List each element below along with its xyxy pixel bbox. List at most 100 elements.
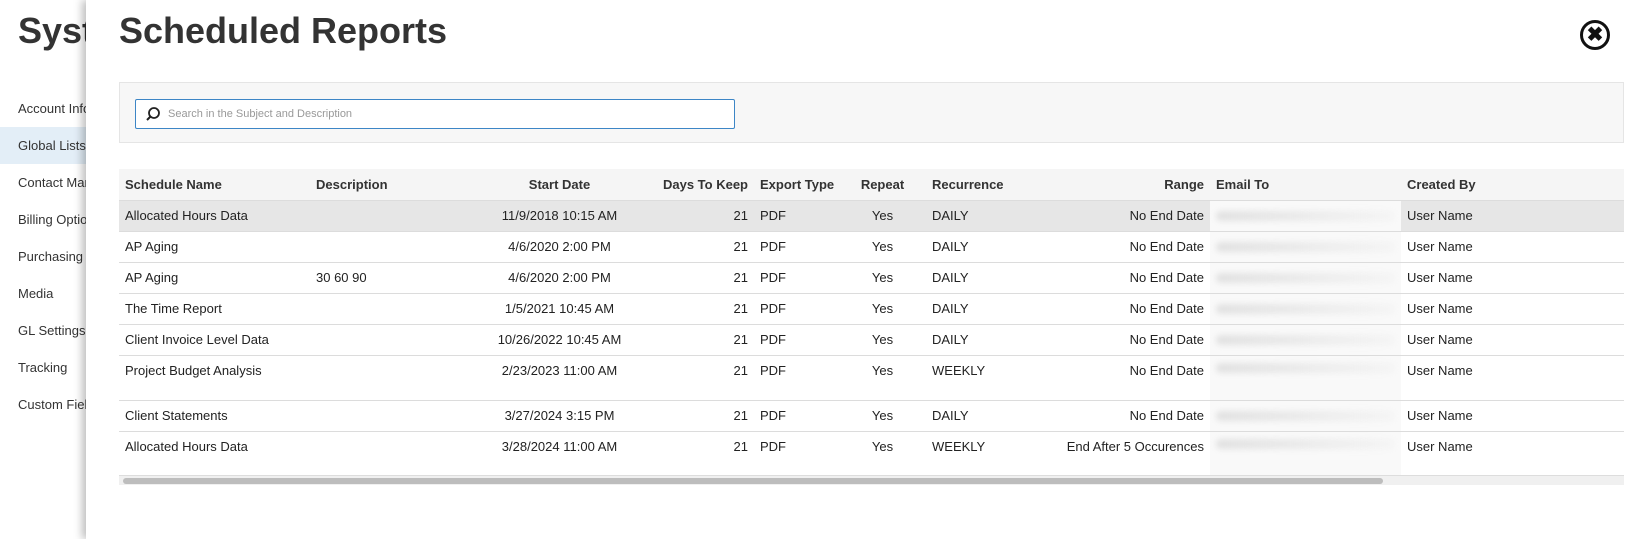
redacted-email	[1216, 272, 1395, 283]
redacted-email	[1216, 410, 1395, 421]
sidebar-item[interactable]: Account Info	[0, 90, 100, 127]
cell-recurrence: DAILY	[926, 399, 1029, 431]
cell-range: No End Date	[1029, 399, 1210, 431]
col-header-export-type[interactable]: Export Type	[754, 169, 839, 200]
sidebar-item[interactable]: GL Settings	[0, 312, 100, 349]
cell-schedule-name: The Time Report	[119, 292, 310, 324]
cell-description	[310, 323, 483, 355]
redacted-email	[1216, 303, 1395, 314]
cell-schedule-name: AP Aging	[119, 230, 310, 262]
cell-range: No End Date	[1029, 354, 1210, 400]
cell-days-to-keep: 21	[636, 230, 754, 262]
cell-recurrence: WEEKLY	[926, 430, 1029, 476]
cell-repeat: Yes	[839, 354, 926, 400]
sidebar-item[interactable]: Media	[0, 275, 100, 312]
cell-days-to-keep: 21	[636, 354, 754, 400]
cell-email-to	[1210, 292, 1401, 324]
sidebar-item[interactable]: Purchasing	[0, 238, 100, 275]
cell-export-type: PDF	[754, 261, 839, 293]
cell-days-to-keep: 21	[636, 323, 754, 355]
cell-days-to-keep: 21	[636, 430, 754, 476]
cell-start-date: 3/27/2024 3:15 PM	[483, 399, 636, 431]
cell-created-by: User Name	[1401, 261, 1624, 293]
close-button[interactable]: ✖	[1580, 20, 1610, 50]
sidebar-item[interactable]: Tracking	[0, 349, 100, 386]
background-nav: Account Info Global Lists Contact Man Billi…	[0, 90, 100, 423]
cell-export-type: PDF	[754, 354, 839, 400]
redacted-email	[1216, 210, 1395, 221]
cell-email-to	[1210, 354, 1401, 400]
cell-recurrence: WEEKLY	[926, 354, 1029, 400]
scheduled-reports-panel: Scheduled Reports ✖ Schedule Name	[86, 0, 1644, 539]
cell-recurrence: DAILY	[926, 261, 1029, 293]
cell-export-type: PDF	[754, 430, 839, 476]
col-header-start-date[interactable]: Start Date	[483, 169, 636, 200]
cell-range: No End Date	[1029, 323, 1210, 355]
cell-description	[310, 199, 483, 231]
table-row[interactable]: Allocated Hours Data 11/9/2018 10:15 AM 21…	[119, 199, 1624, 231]
search-field[interactable]	[135, 99, 735, 129]
col-header-schedule-name[interactable]: Schedule Name	[119, 169, 310, 200]
search-input[interactable]	[164, 102, 724, 126]
cell-email-to	[1210, 261, 1401, 293]
cell-start-date: 2/23/2023 11:00 AM	[483, 354, 636, 400]
cell-description: 30 60 90	[310, 261, 483, 293]
table-row[interactable]: The Time Report 1/5/2021 10:45 AM 21 PDF Yes…	[119, 292, 1624, 324]
cell-recurrence: DAILY	[926, 323, 1029, 355]
close-icon: ✖	[1586, 24, 1604, 46]
table-row[interactable]: AP Aging 30 60 90 4/6/2020 2:00 PM 21 PDF Yes…	[119, 261, 1624, 293]
col-header-repeat[interactable]: Repeat	[839, 169, 926, 200]
search-icon	[142, 103, 164, 125]
cell-schedule-name: Project Budget Analysis	[119, 354, 310, 400]
table-row[interactable]: Client Statements 3/27/2024 3:15 PM 21 PDF Y…	[119, 399, 1624, 431]
cell-created-by: User Name	[1401, 199, 1624, 231]
cell-created-by: User Name	[1401, 399, 1624, 431]
cell-range: No End Date	[1029, 230, 1210, 262]
table-row[interactable]: Client Invoice Level Data 10/26/2022 10:4…	[119, 323, 1624, 355]
cell-recurrence: DAILY	[926, 199, 1029, 231]
redacted-email	[1216, 362, 1395, 373]
cell-range: No End Date	[1029, 261, 1210, 293]
col-header-description[interactable]: Description	[310, 169, 483, 200]
sidebar-item[interactable]: Custom Field	[0, 386, 100, 423]
cell-start-date: 11/9/2018 10:15 AM	[483, 199, 636, 231]
cell-created-by: User Name	[1401, 323, 1624, 355]
cell-export-type: PDF	[754, 199, 839, 231]
cell-repeat: Yes	[839, 261, 926, 293]
search-area	[119, 82, 1624, 143]
cell-email-to	[1210, 323, 1401, 355]
cell-schedule-name: Allocated Hours Data	[119, 199, 310, 231]
cell-created-by: User Name	[1401, 354, 1624, 400]
cell-created-by: User Name	[1401, 230, 1624, 262]
table-header-row: Schedule Name Description Start Date Day…	[119, 169, 1624, 200]
sidebar-item[interactable]: Billing Option	[0, 201, 100, 238]
cell-start-date: 10/26/2022 10:45 AM	[483, 323, 636, 355]
cell-schedule-name: Client Invoice Level Data	[119, 323, 310, 355]
cell-created-by: User Name	[1401, 430, 1624, 476]
table-row[interactable]: AP Aging 4/6/2020 2:00 PM 21 PDF Yes DAILY No …	[119, 230, 1624, 262]
col-header-days-to-keep[interactable]: Days To Keep	[636, 169, 754, 200]
table-row[interactable]: Allocated Hours Data 3/28/2024 11:00 AM 21…	[119, 430, 1624, 476]
cell-email-to	[1210, 430, 1401, 476]
cell-schedule-name: Allocated Hours Data	[119, 430, 310, 476]
col-header-created-by[interactable]: Created By	[1401, 169, 1624, 200]
cell-start-date: 4/6/2020 2:00 PM	[483, 230, 636, 262]
cell-repeat: Yes	[839, 199, 926, 231]
cell-repeat: Yes	[839, 230, 926, 262]
cell-repeat: Yes	[839, 323, 926, 355]
col-header-range[interactable]: Range	[1029, 169, 1210, 200]
horizontal-scrollbar[interactable]	[119, 475, 1624, 485]
cell-description	[310, 292, 483, 324]
table-row[interactable]: Project Budget Analysis 2/23/2023 11:00 A…	[119, 354, 1624, 400]
col-header-email-to[interactable]: Email To	[1210, 169, 1401, 200]
scrollbar-thumb[interactable]	[123, 478, 1383, 484]
col-header-recurrence[interactable]: Recurrence	[926, 169, 1029, 200]
reports-table: Schedule Name Description Start Date Day…	[119, 169, 1624, 476]
cell-days-to-keep: 21	[636, 399, 754, 431]
cell-description	[310, 399, 483, 431]
sidebar-item[interactable]: Contact Man	[0, 164, 100, 201]
cell-email-to	[1210, 230, 1401, 262]
sidebar-item[interactable]: Global Lists	[0, 127, 100, 164]
redacted-email	[1216, 334, 1395, 345]
cell-recurrence: DAILY	[926, 230, 1029, 262]
